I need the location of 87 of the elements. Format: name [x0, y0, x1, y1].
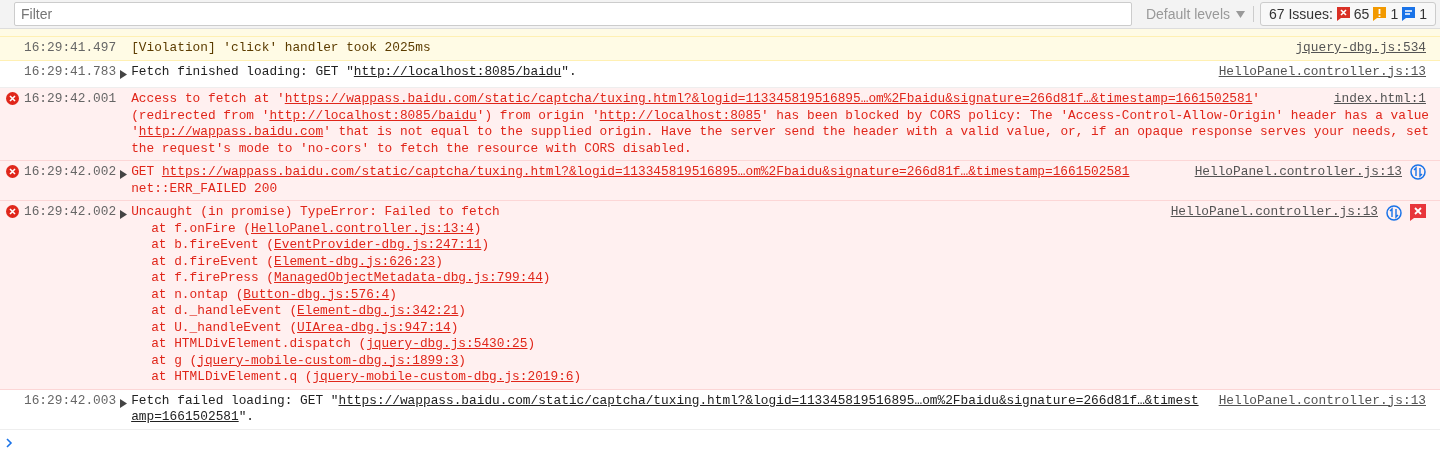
error-icon [6, 165, 19, 178]
issue-count: 1 [1390, 6, 1399, 22]
message-text: (redirected from ' [131, 107, 270, 123]
prompt-caret-icon [6, 437, 13, 448]
log-levels-dropdown[interactable]: Default levels [1137, 6, 1254, 22]
link[interactable]: jquery-mobile-custom-dbg.js:2019:6 [312, 369, 574, 384]
message-text: ' [131, 124, 139, 139]
message-text: at b.fireEvent ( [151, 237, 275, 252]
message-text: the request's mode to 'no-cors' to fetch the resource with CORS disabled. [131, 140, 692, 156]
message-text: net::ERR_FAILED 200 [131, 180, 278, 196]
link[interactable]: http://localhost:8085 [599, 107, 761, 123]
message-text: [Violation] 'click' handler took 2025ms [131, 40, 431, 55]
timestamp: 16:29:42.002 [24, 204, 117, 221]
message-text: Access to fetch at ' [131, 91, 285, 106]
issue-count: 65 [1353, 6, 1370, 22]
issues-button[interactable]: 67 Issues: 65 1 1 [1260, 2, 1436, 26]
link[interactable]: amp=1661502581 [131, 409, 239, 424]
source-link[interactable]: HelloPanel.controller.js:13 [1218, 392, 1426, 409]
message-text: Uncaught (in promise) TypeError: Failed to fetch [131, 204, 500, 219]
message-text: ". [561, 63, 577, 79]
message-text: ') from origin ' [476, 107, 600, 123]
message-text: ) [458, 352, 467, 368]
message-text: ) [458, 303, 467, 318]
expand-arrow-icon[interactable] [120, 69, 128, 79]
message-text: ) [573, 369, 582, 384]
message-text: Fetch failed loading: GET " [131, 392, 339, 408]
link[interactable]: UIArea-dbg.js:947:14 [297, 319, 451, 335]
message-icon [1402, 7, 1416, 21]
network-request-icon[interactable] [1410, 164, 1426, 181]
link[interactable]: Element-dbg.js:626:23 [274, 253, 436, 269]
dropdown-caret-icon [1236, 10, 1245, 18]
link[interactable]: Element-dbg.js:342:21 [297, 303, 459, 318]
expand-arrow-icon[interactable] [120, 398, 128, 408]
message-text: ' has been blocked by CORS policy: The 'Access-Control-Allow-Origin' header has a value [760, 107, 1429, 123]
issue-count: 1 [1419, 6, 1427, 22]
message-text: at f.firePress ( [151, 270, 275, 285]
message-text: at HTMLDivElement.dispatch ( [151, 336, 367, 351]
message-text: at HTMLDivElement.q ( [151, 369, 313, 384]
link[interactable]: jquery-dbg.js:5430:25 [366, 336, 528, 351]
link[interactable]: jquery-mobile-custom-dbg.js:1899:3 [197, 352, 459, 368]
network-request-icon[interactable] [1386, 204, 1402, 221]
message-text: ) [450, 319, 459, 335]
message-text: at n.ontap ( [151, 286, 244, 302]
error-icon [6, 92, 19, 105]
issue-icon[interactable] [1410, 204, 1426, 221]
timestamp: 16:29:42.001 [24, 91, 117, 108]
message-text: ". [238, 409, 255, 424]
source-link[interactable]: index.html:1 [1333, 91, 1426, 108]
link[interactable]: https://wappass.baidu.com/static/captcha/tuxing.html?&logid=113345819516895…om%2Fbaidu&signature=266d81f…&timestamp=1661502581 [284, 91, 1253, 106]
message-text: ' that is not equal to the supplied origin. Have the server send the header with a valid value, or, if an opaque response serves your needs, set [323, 124, 1429, 139]
expand-arrow-icon[interactable] [120, 170, 128, 179]
timestamp: 16:29:42.003 [24, 392, 117, 410]
link[interactable]: Button-dbg.js:576:4 [243, 286, 390, 302]
message-text: Fetch finished loading: GET " [131, 63, 354, 79]
message-text: ) [473, 220, 482, 236]
link[interactable]: http://localhost:8085/baidu [353, 63, 562, 79]
message-text: ) [435, 253, 443, 269]
error-icon [1336, 7, 1350, 21]
link[interactable]: http://localhost:8085/baidu [269, 107, 477, 123]
message-text: ) [542, 270, 551, 285]
message-text: ) [527, 336, 536, 351]
message-text: at d.fireEvent ( [151, 253, 275, 269]
timestamp: 16:29:41.497 [24, 40, 117, 57]
filter-field[interactable]: Filter [14, 2, 1132, 26]
timestamp: 16:29:41.783 [24, 63, 117, 81]
message-text: GET [131, 164, 156, 179]
error-icon [6, 205, 19, 218]
source-link[interactable]: HelloPanel.controller.js:13 [1170, 204, 1378, 221]
link[interactable]: http://wappass.baidu.com [138, 124, 324, 139]
source-link[interactable]: HelloPanel.controller.js:13 [1218, 63, 1426, 80]
message-text: at d._handleEvent ( [151, 303, 298, 318]
source-link[interactable]: jquery-dbg.js:534 [1295, 40, 1426, 57]
message-text: at U._handleEvent ( [151, 319, 298, 335]
link[interactable]: HelloPanel.controller.js:13:4 [251, 220, 474, 236]
link[interactable]: EventProvider-dbg.js:247:11 [274, 237, 482, 252]
warning-icon [1373, 7, 1387, 21]
link[interactable]: https://wappass.baidu.com/static/captcha/tuxing.html?&logid=113345819516895…om%2Fbaidu&signature=266d81f…&timest [338, 392, 1199, 408]
message-text: ' [1252, 91, 1261, 106]
message-text: ) [481, 237, 490, 252]
source-link[interactable]: HelloPanel.controller.js:13 [1194, 164, 1402, 181]
expand-arrow-icon[interactable] [120, 210, 128, 219]
link[interactable]: https://wappass.baidu.com/static/captcha/tuxing.html?&logid=113345819516895…om%2Fbaidu&signature=266d81f…&timestamp=1661502581 [161, 164, 1130, 179]
timestamp: 16:29:42.002 [24, 164, 117, 181]
message-text: at f.onFire ( [151, 220, 251, 236]
message-text: ) [389, 286, 397, 302]
message-text: at g ( [151, 352, 198, 368]
link[interactable]: ManagedObjectMetadata-dbg.js:799:44 [274, 270, 543, 285]
